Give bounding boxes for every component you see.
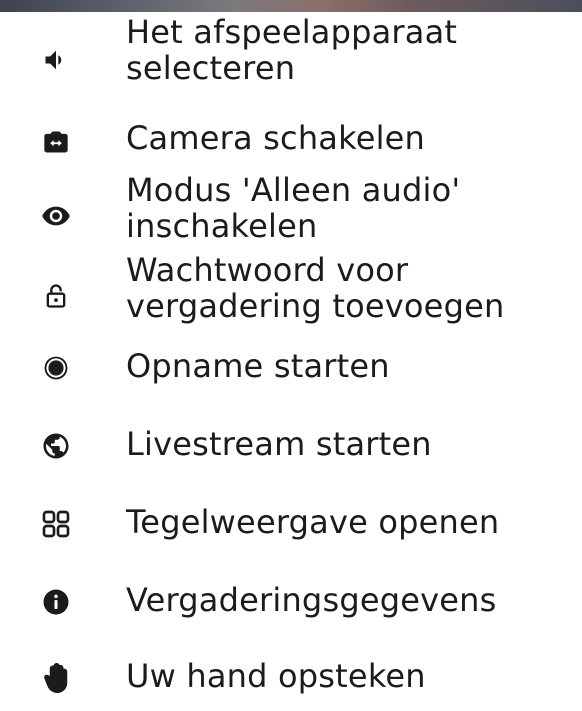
menu-item-label: Wachtwoord voor vergadering toevoegen: [126, 251, 505, 325]
menu-item-label: Camera schakelen: [126, 119, 426, 157]
menu-item-raise-hand[interactable]: Uw hand opsteken: [0, 654, 582, 710]
menu-item-meeting-info[interactable]: Vergaderingsgegevens: [0, 576, 582, 632]
menu-item-label: Vergaderingsgegevens: [126, 581, 497, 619]
switch-camera-icon: [38, 124, 74, 160]
menu-item-label: Opname starten: [126, 347, 390, 385]
info-icon: [38, 584, 74, 620]
overflow-menu: Het afspeelapparaat selecteren Camera sc…: [0, 12, 582, 711]
tile-view-icon: [38, 506, 74, 542]
menu-item-start-recording[interactable]: Opname starten: [0, 342, 582, 398]
menu-item-add-meeting-password[interactable]: Wachtwoord voor vergadering toevoegen: [0, 250, 582, 336]
menu-item-open-tile-view[interactable]: Tegelweergave openen: [0, 498, 582, 554]
menu-item-label: Livestream starten: [126, 425, 432, 463]
record-icon: [38, 350, 74, 386]
menu-item-label: Tegelweergave openen: [126, 503, 500, 541]
menu-item-select-audio-device[interactable]: Het afspeelapparaat selecteren: [0, 12, 582, 108]
menu-item-label: Modus 'Alleen audio' inschakelen: [126, 171, 461, 245]
menu-item-label: Uw hand opsteken: [126, 657, 426, 695]
menu-item-label: Het afspeelapparaat selecteren: [126, 13, 458, 87]
menu-item-start-livestream[interactable]: Livestream starten: [0, 420, 582, 476]
eye-icon: [38, 198, 74, 234]
lock-open-icon: [38, 278, 74, 314]
menu-item-audio-only-mode[interactable]: Modus 'Alleen audio' inschakelen: [0, 170, 582, 256]
menu-item-switch-camera[interactable]: Camera schakelen: [0, 114, 582, 170]
raise-hand-icon: [38, 660, 74, 696]
globe-icon: [38, 428, 74, 464]
video-preview-strip: [0, 0, 582, 12]
volume-icon: [38, 42, 74, 78]
